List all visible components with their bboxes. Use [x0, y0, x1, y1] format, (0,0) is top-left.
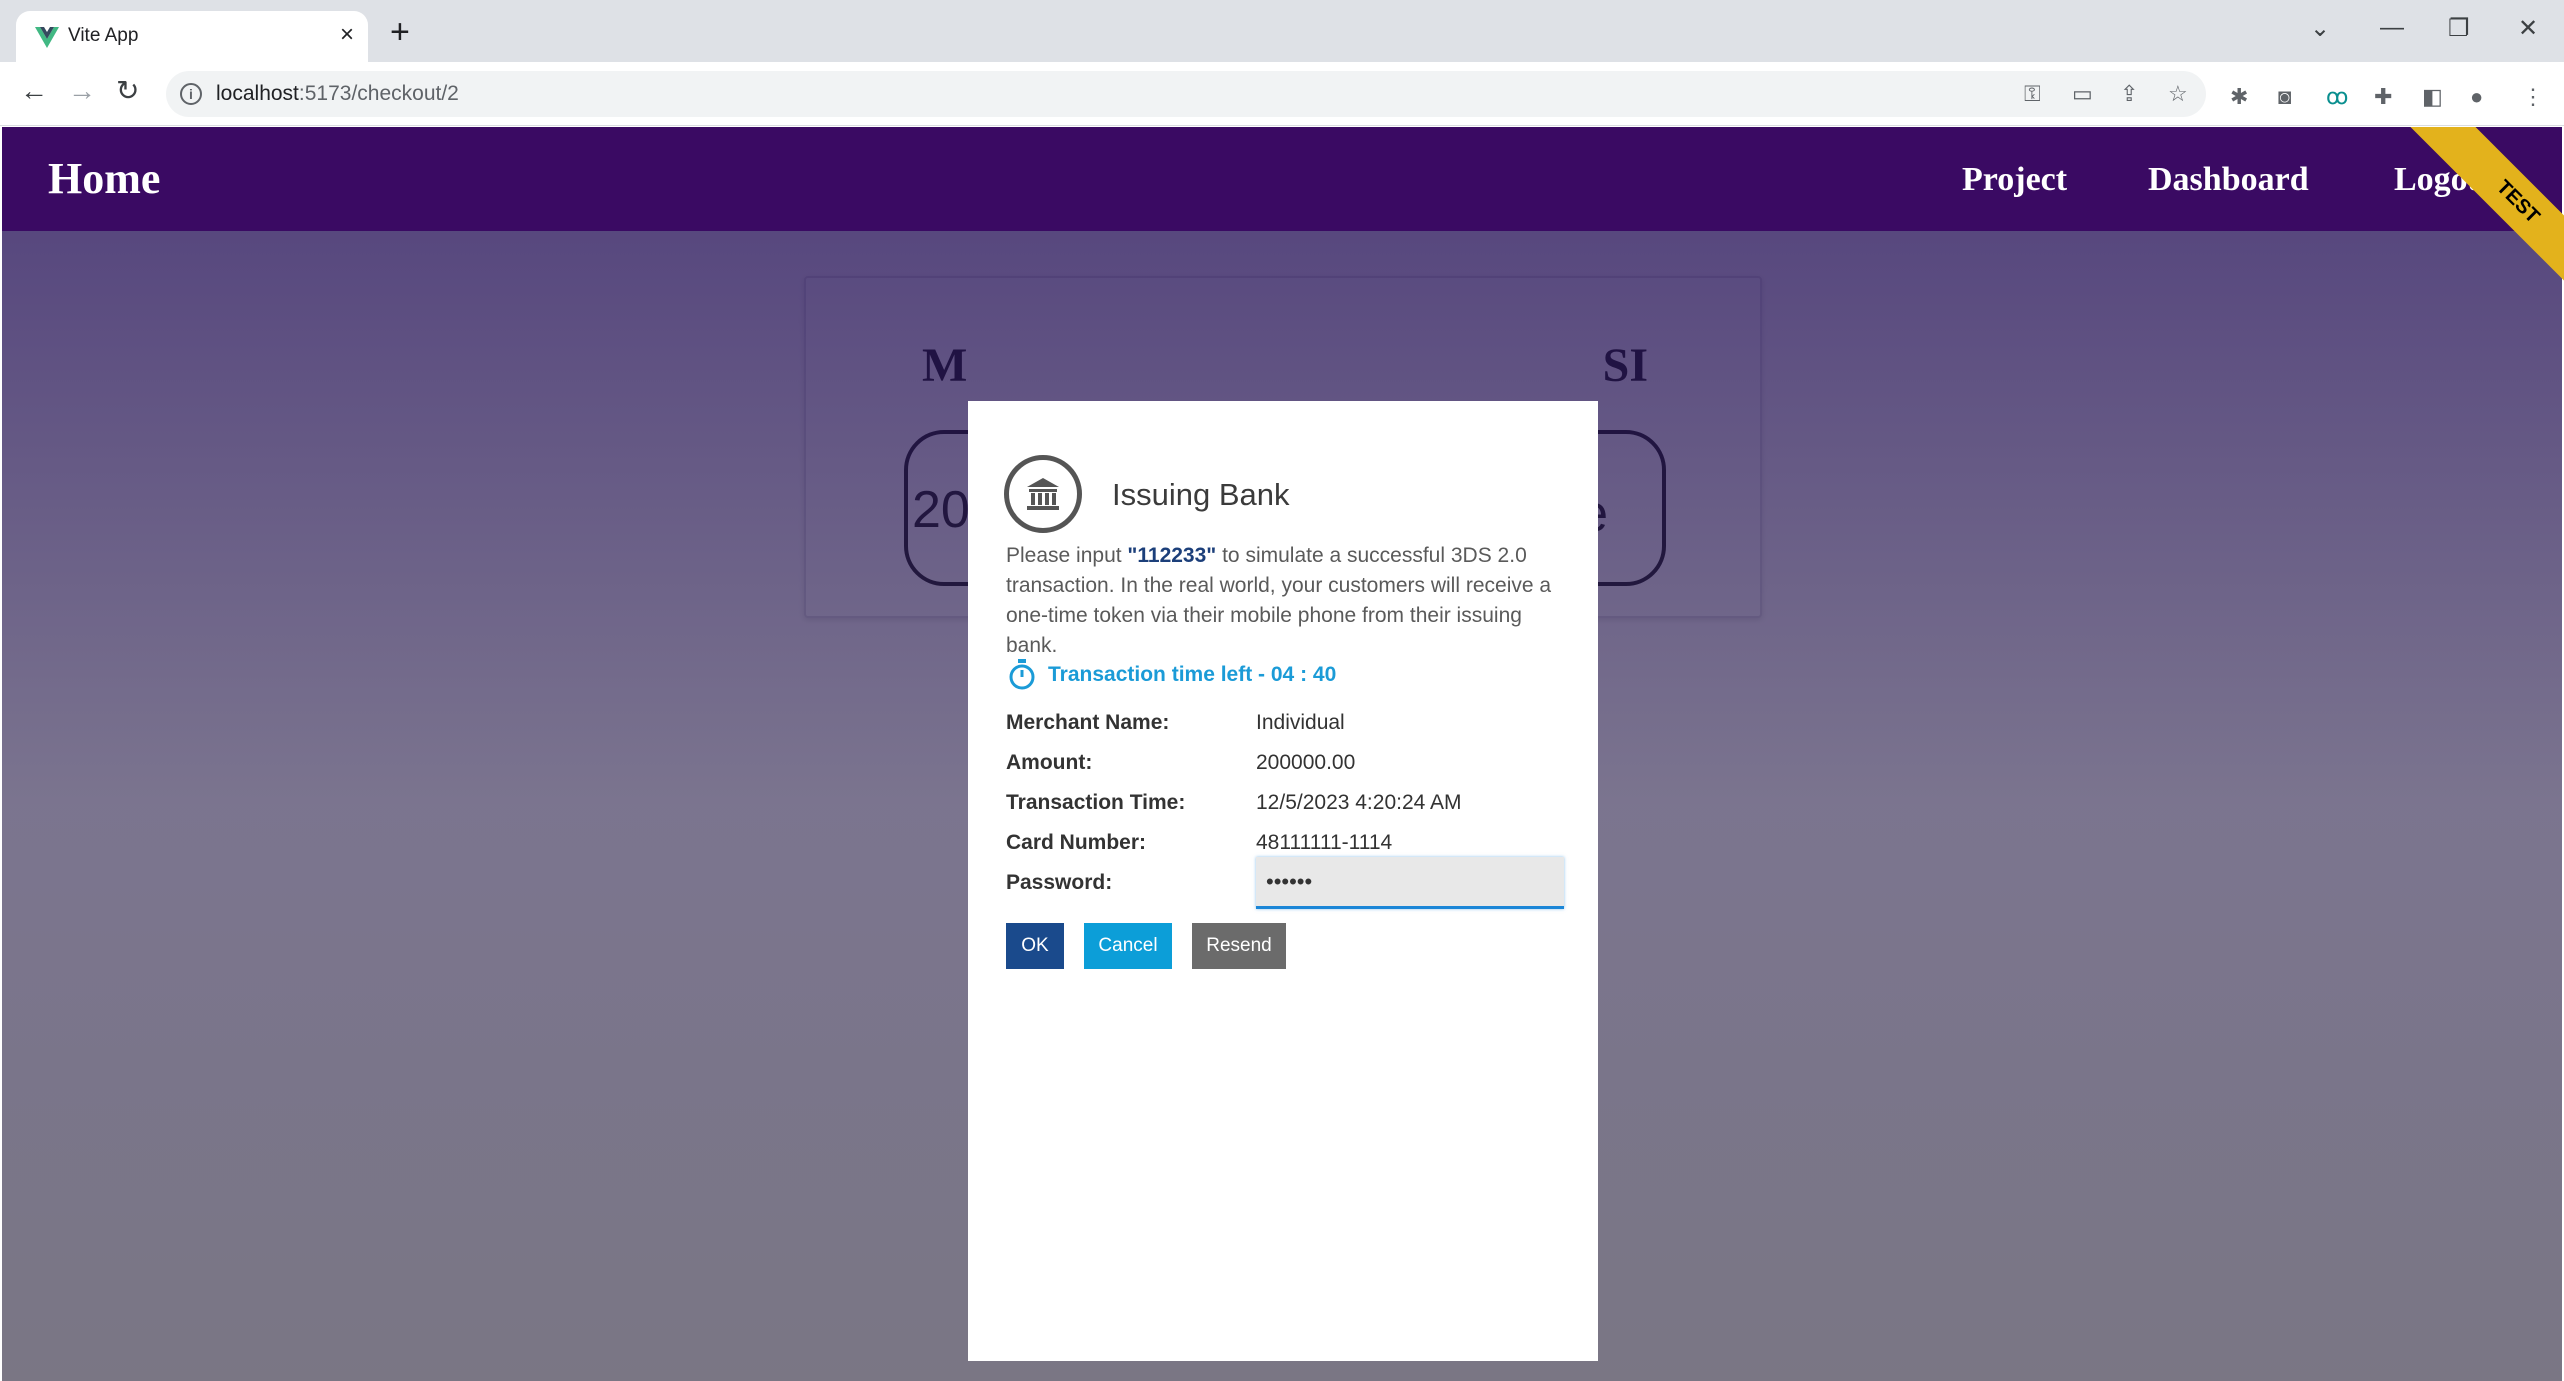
app-navbar: Home Project Dashboard Logout: [2, 127, 2562, 231]
tab-close-icon[interactable]: ×: [340, 21, 354, 49]
password-label: Password:: [1006, 871, 1113, 894]
restore-button[interactable]: ❐: [2448, 14, 2470, 43]
app-viewport: Home Project Dashboard Logout M SI 200 e: [0, 127, 2564, 1381]
bank-icon: [1004, 455, 1082, 533]
vue-logo-icon: [35, 27, 59, 48]
tab-search-icon[interactable]: ⌄: [2310, 14, 2330, 43]
amount-value: 200000.00: [1256, 751, 1356, 774]
tab-title: Vite App: [68, 25, 139, 46]
reload-icon[interactable]: ↻: [116, 76, 139, 106]
resend-button[interactable]: Resend: [1192, 923, 1286, 969]
browser-tabstrip: Vite App × + ⌄ — ❐ ✕: [0, 0, 2564, 62]
modal-title: Issuing Bank: [1112, 477, 1290, 512]
card-number-value: 48111111-1114: [1256, 831, 1393, 854]
site-info-icon[interactable]: i: [180, 83, 202, 105]
bug-extension-icon[interactable]: ✱: [2230, 84, 2248, 110]
minimize-button[interactable]: —: [2380, 14, 2404, 42]
merchant-name-value: Individual: [1256, 711, 1345, 734]
stopwatch-icon: [1009, 659, 1035, 690]
otp-code-hint: "112233": [1127, 544, 1217, 567]
back-icon[interactable]: ←: [20, 76, 48, 106]
test-ribbon-label: TEST: [2409, 127, 2564, 311]
browser-menu-icon[interactable]: ⋮: [2522, 84, 2544, 110]
cancel-button[interactable]: Cancel: [1084, 923, 1172, 969]
password-input[interactable]: [1256, 857, 1564, 909]
transaction-time-label: Transaction Time:: [1006, 791, 1186, 814]
ok-button[interactable]: OK: [1006, 923, 1064, 969]
nav-home-link[interactable]: Home: [48, 153, 160, 204]
url-text: localhost:5173/checkout/2: [216, 82, 459, 105]
instruction-text: Please input "112233" to simulate a succ…: [1006, 544, 1552, 657]
address-bar[interactable]: i localhost:5173/checkout/2 ⚿ ▭ ⇪ ☆: [166, 71, 2206, 117]
profile-avatar-icon[interactable]: ●: [2470, 84, 2483, 110]
test-ribbon: TEST: [2380, 127, 2564, 311]
share-icon[interactable]: ⇪: [2120, 81, 2138, 107]
card-icon[interactable]: ▭: [2072, 81, 2093, 107]
extensions-puzzle-icon[interactable]: ✚: [2374, 84, 2392, 110]
browser-toolbar: ← → ↻ i localhost:5173/checkout/2 ⚿ ▭ ⇪ …: [0, 62, 2564, 126]
bookmark-star-icon[interactable]: ☆: [2168, 81, 2188, 107]
browser-tab[interactable]: Vite App ×: [16, 11, 368, 62]
side-panel-icon[interactable]: ◧: [2422, 84, 2443, 110]
translate-extension-icon[interactable]: ꝏ: [2326, 84, 2348, 110]
nav-dashboard-link[interactable]: Dashboard: [2148, 161, 2309, 199]
new-tab-button[interactable]: +: [390, 15, 410, 49]
forward-icon[interactable]: →: [68, 76, 96, 106]
key-icon[interactable]: ⚿: [2024, 81, 2041, 107]
merchant-name-label: Merchant Name:: [1006, 711, 1170, 734]
close-window-button[interactable]: ✕: [2518, 14, 2538, 43]
issuing-bank-modal: Issuing Bank Please input "112233" to si…: [968, 401, 1598, 1361]
transaction-time-value: 12/5/2023 4:20:24 AM: [1256, 791, 1462, 814]
nav-project-link[interactable]: Project: [1962, 161, 2067, 199]
timer-label: Transaction time left - 04 : 40: [1048, 663, 1337, 686]
card-number-label: Card Number:: [1006, 831, 1147, 854]
amount-label: Amount:: [1006, 751, 1093, 774]
camera-extension-icon[interactable]: ◙: [2278, 84, 2291, 110]
